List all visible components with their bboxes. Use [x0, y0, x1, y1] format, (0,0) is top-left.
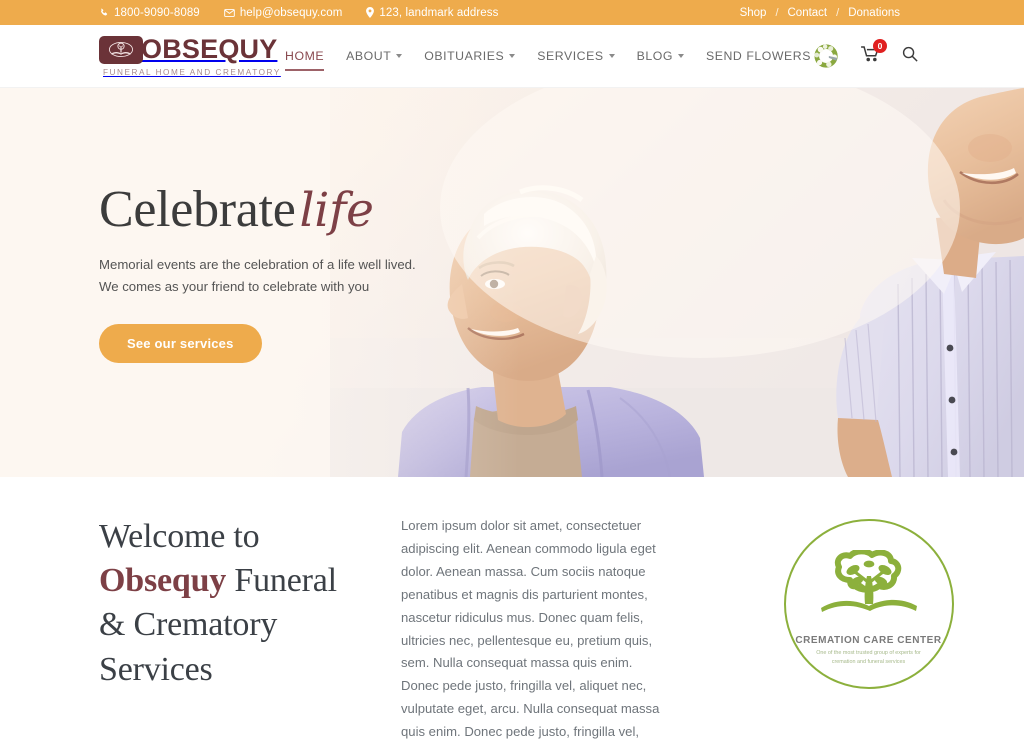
nav-item-label: SEND FLOWERS [706, 49, 811, 63]
site-header: OBSEQUY FUNERAL HOME AND CREMATORY HOME … [0, 25, 1024, 88]
nav-item-label: BLOG [636, 49, 673, 63]
top-contact-bar: 1800-9090-8089 help@obsequy.com 123, lan… [0, 0, 1024, 25]
chevron-down-icon [509, 54, 516, 58]
hero-subtitle: Memorial events are the celebration of a… [99, 254, 519, 297]
search-icon [902, 46, 918, 67]
topbar-email[interactable]: help@obsequy.com [224, 7, 343, 19]
flower-wreath-icon [813, 43, 841, 69]
map-pin-icon [366, 7, 375, 18]
welcome-title: Welcome to Obsequy Funeral & Crematory S… [99, 515, 369, 692]
phone-icon [99, 8, 109, 18]
nav-item-label: SERVICES [537, 49, 604, 63]
logo-tagline: FUNERAL HOME AND CREMATORY [103, 67, 281, 77]
see-our-services-button[interactable]: See our services [99, 324, 262, 364]
topbar-email-text: help@obsequy.com [239, 6, 343, 19]
seal-title: CREMATION CARE CENTER [795, 635, 942, 647]
topbar-phone-text: 1800-9090-8089 [114, 6, 200, 19]
topbar-link-donations[interactable]: Donations [848, 7, 900, 19]
nav-item-obituaries[interactable]: OBITUARIES [424, 45, 516, 67]
welcome-body-text: Lorem ipsum dolor sit amet, consectetuer… [401, 518, 660, 740]
topbar-address: 123, landmark address [366, 7, 498, 19]
tree-book-logo-icon [99, 35, 143, 64]
welcome-title-brand: Obsequy [99, 562, 227, 600]
cart-button[interactable]: 0 [861, 38, 887, 67]
welcome-title-column: Welcome to Obsequy Funeral & Crematory S… [99, 515, 369, 692]
topbar-phone[interactable]: 1800-9090-8089 [99, 7, 200, 19]
topbar-link-shop[interactable]: Shop [740, 7, 767, 19]
chevron-down-icon [608, 54, 615, 58]
welcome-seal-column: CREMATION CARE CENTER One of the most tr… [737, 515, 1000, 689]
site-logo[interactable]: OBSEQUY FUNERAL HOME AND CREMATORY [99, 34, 281, 77]
topbar-links-group: Shop / Contact / Donations [740, 7, 900, 19]
seal-tagline: One of the most trusted group of experts… [816, 650, 921, 665]
search-button[interactable] [902, 46, 918, 67]
nav-item-services[interactable]: SERVICES [537, 45, 615, 67]
topbar-address-text: 123, landmark address [379, 6, 499, 19]
nav-item-home[interactable]: HOME [285, 45, 325, 71]
hero-content: Celebratelife Memorial events are the ce… [99, 184, 519, 364]
hero-subtitle-line1: Memorial events are the celebration of a… [99, 257, 416, 272]
hero-title-main: Celebrate [99, 181, 296, 238]
main-navigation: HOME ABOUT OBITUARIES SERVICES BLOG SEND… [285, 38, 918, 71]
welcome-section: Welcome to Obsequy Funeral & Crematory S… [0, 477, 1024, 745]
hero-title: Celebratelife [99, 184, 519, 236]
topbar-link-contact[interactable]: Contact [788, 7, 828, 19]
topbar-separator: / [775, 6, 779, 19]
topbar-contact-group: 1800-9090-8089 help@obsequy.com 123, lan… [99, 7, 498, 19]
hero-title-accent: life [299, 183, 374, 238]
envelope-icon [224, 8, 235, 18]
chevron-down-icon [396, 54, 403, 58]
cremation-care-center-seal: CREMATION CARE CENTER One of the most tr… [783, 519, 954, 689]
nav-item-label: OBITUARIES [424, 49, 505, 63]
hero-subtitle-line2: We comes as your friend to celebrate wit… [99, 278, 370, 294]
nav-item-send-flowers[interactable]: SEND FLOWERS [706, 45, 811, 67]
welcome-title-prefix: Welcome to [99, 518, 260, 555]
nav-item-label: ABOUT [346, 49, 392, 63]
nav-item-about[interactable]: ABOUT [346, 45, 403, 67]
welcome-body-column: Lorem ipsum dolor sit amet, consectetuer… [401, 515, 673, 745]
cart-count-badge: 0 [873, 38, 887, 53]
chevron-down-icon [678, 54, 684, 58]
hero-banner: Celebratelife Memorial events are the ce… [0, 88, 1024, 477]
nav-item-label: HOME [285, 49, 325, 63]
logo-wordmark: OBSEQUY [141, 34, 278, 64]
tree-seal-icon [817, 548, 921, 629]
topbar-separator: / [836, 6, 840, 19]
logo-lockup: OBSEQUY [99, 34, 281, 64]
nav-item-blog[interactable]: BLOG [637, 45, 684, 67]
